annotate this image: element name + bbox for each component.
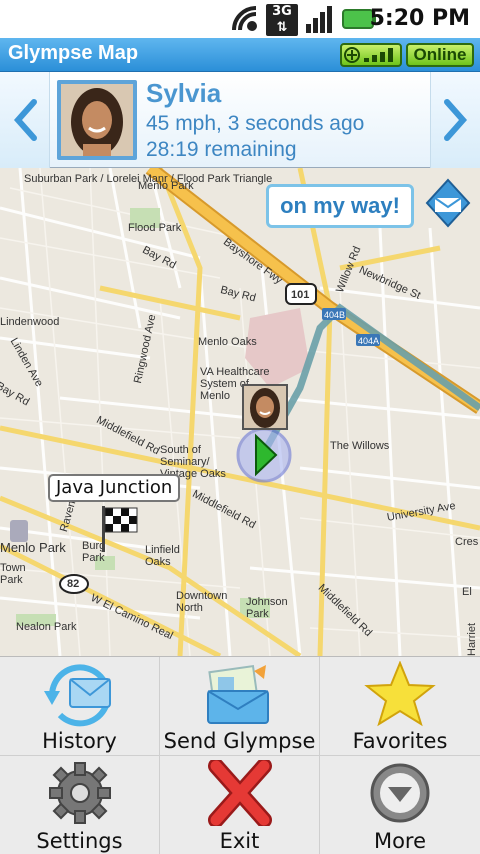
options-menu: History Send Glympse Favorites Settings …	[0, 656, 480, 854]
history-icon	[43, 664, 111, 727]
menu-settings-label: Settings	[36, 829, 123, 853]
map-label-menlo-park-top: Menlo Park	[138, 180, 194, 192]
map-label-willows: The Willows	[330, 440, 390, 452]
menu-history-label: History	[42, 729, 117, 753]
signal-strength-icon	[306, 6, 332, 33]
map-label-downtown: Downtown North	[176, 590, 228, 614]
map-label-nealon: Nealon Park	[16, 621, 77, 633]
chevron-left-icon	[13, 99, 37, 141]
send-glympse-icon	[206, 665, 269, 724]
map-label-town: Town Park	[0, 562, 26, 586]
menu-more-label: More	[373, 829, 427, 853]
menu-exit[interactable]: Exit	[160, 756, 320, 854]
place-label[interactable]: Java Junction	[48, 474, 181, 502]
status-message-callout[interactable]: on my way!	[266, 184, 414, 228]
contact-avatar[interactable]	[57, 80, 137, 160]
chevron-down-icon	[370, 763, 430, 823]
map-label-cres: Cres	[455, 536, 479, 548]
contact-speed: 45 mph, 3 seconds ago	[146, 112, 365, 135]
avatar-photo	[61, 84, 133, 156]
map-label-404b: 404B	[324, 310, 346, 320]
map-label-menlo-park-left: Menlo Park	[0, 540, 66, 555]
network-type-label: 3G	[272, 4, 292, 19]
gear-icon	[48, 762, 111, 824]
map-label-flood-park: Flood Park	[128, 222, 182, 234]
map-label-404a: 404A	[358, 336, 380, 346]
next-contact-button[interactable]	[430, 72, 480, 168]
map-label-hwy101: 101	[291, 289, 310, 301]
online-status-badge: Online	[406, 43, 474, 67]
title-bar: Glympse Map Online	[0, 38, 480, 72]
map-label-el-right: El	[462, 586, 472, 598]
menu-history[interactable]: History	[0, 657, 160, 756]
contact-name: Sylvia	[146, 78, 222, 108]
envelope-icon[interactable]	[425, 178, 471, 228]
close-icon	[207, 760, 272, 826]
contact-info-panel: Sylvia 45 mph, 3 seconds ago 28:19 remai…	[0, 72, 480, 168]
gps-signal-icon	[344, 47, 393, 63]
star-icon	[364, 661, 436, 727]
status-bar: 3G ⇅ 5:20 PM	[0, 0, 480, 38]
app-title: Glympse Map	[8, 42, 139, 64]
map-avatar-photo	[244, 386, 286, 428]
map-label-linfield: Linfield Oaks	[145, 544, 180, 568]
checkered-flag-icon[interactable]	[98, 502, 146, 554]
previous-contact-button[interactable]	[0, 72, 50, 168]
menu-send-glympse[interactable]: Send Glympse	[160, 657, 320, 756]
chevron-right-icon	[444, 99, 468, 141]
map-view[interactable]: Suburban Park / Lorelei Manr / Flood Par…	[0, 168, 480, 656]
map-label-harriet: Harriet	[466, 622, 478, 656]
map-label-menlo-oaks: Menlo Oaks	[198, 336, 257, 348]
map-label-lindenwood: Lindenwood	[0, 316, 60, 328]
wifi-icon	[232, 6, 257, 31]
map-user-avatar[interactable]	[242, 384, 288, 430]
menu-more[interactable]: More	[320, 756, 480, 854]
map-label-hwy82: 82	[67, 578, 80, 590]
menu-favorites-label: Favorites	[352, 729, 448, 753]
time-remaining: 28:19 remaining	[146, 138, 297, 161]
menu-send-glympse-label: Send Glympse	[163, 729, 316, 753]
menu-exit-label: Exit	[219, 829, 260, 853]
menu-favorites[interactable]: Favorites	[320, 657, 480, 756]
network-3g-icon: 3G ⇅	[266, 4, 298, 36]
gps-signal-badge	[340, 43, 402, 67]
clock: 5:20 PM	[369, 6, 470, 31]
map-label-johnson: Johnson Park	[246, 596, 288, 620]
menu-settings[interactable]: Settings	[0, 756, 160, 854]
